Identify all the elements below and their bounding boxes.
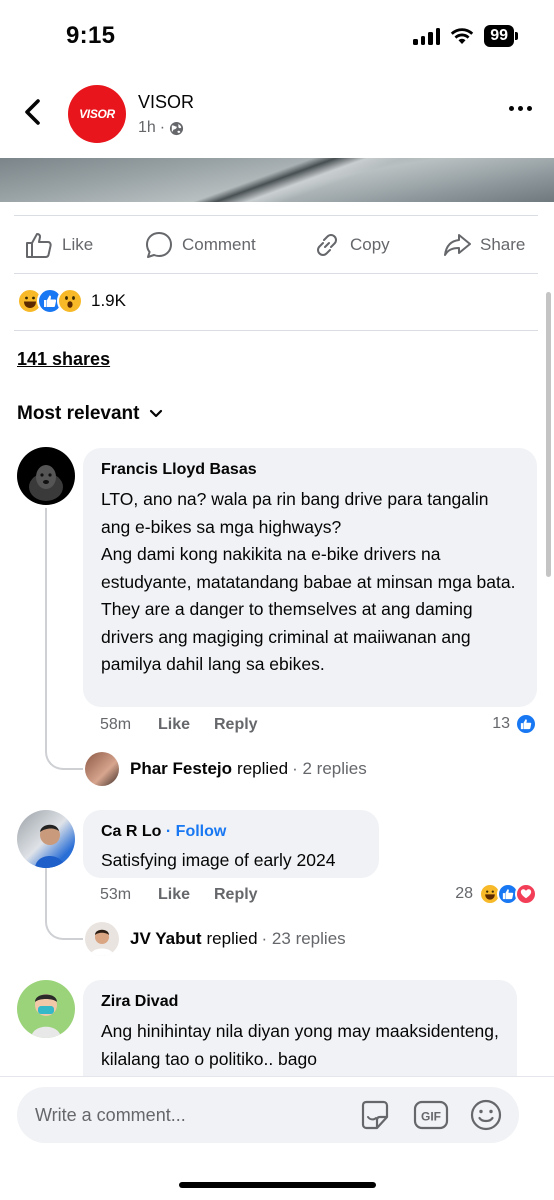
post-action-bar: Like Comment Copy Share xyxy=(0,216,554,274)
page-name[interactable]: VISOR xyxy=(138,92,194,113)
copy-label: Copy xyxy=(350,235,390,254)
globe-icon xyxy=(170,121,184,135)
page-logo-text: VISOR xyxy=(79,107,115,121)
comment-author[interactable]: Francis Lloyd Basas xyxy=(101,460,519,480)
comment-bubble: Francis Lloyd Basas LTO, ano na? wala pa… xyxy=(83,448,537,707)
replier-name: JV Yabut xyxy=(130,929,202,948)
share-label: Share xyxy=(480,235,526,254)
comment-time: 58m xyxy=(100,716,132,733)
comment-reply-button[interactable]: Reply xyxy=(214,716,258,734)
post-time: 1h xyxy=(138,119,156,136)
meta-separator: · xyxy=(159,119,166,136)
comment-text: Ang hinihintay nila diyan yong may maaks… xyxy=(101,1021,499,1069)
like-button[interactable]: Like xyxy=(24,230,93,260)
sticker-icon[interactable] xyxy=(357,1098,393,1132)
wifi-icon xyxy=(451,28,474,44)
like-label: Like xyxy=(62,235,94,254)
replier-name: Phar Festejo xyxy=(130,759,233,778)
home-indicator xyxy=(179,1182,376,1188)
follow-button[interactable]: · Follow xyxy=(166,823,226,840)
commenter-avatar[interactable] xyxy=(17,980,75,1038)
more-options-button[interactable] xyxy=(509,106,532,111)
comment-bubble-icon xyxy=(146,232,172,258)
comment-input[interactable]: Write a comment... GIF xyxy=(17,1087,519,1143)
comment-like-button[interactable]: Like xyxy=(158,716,214,734)
comment-reactions[interactable]: 13 xyxy=(492,713,537,735)
replies-count: · 23 replies xyxy=(261,929,346,948)
composer-icons: GIF xyxy=(357,1098,503,1132)
divider xyxy=(14,330,538,331)
status-bar: 9:15 99 xyxy=(0,0,554,70)
comment-reactions[interactable]: 28 xyxy=(455,883,537,905)
shares-count-link[interactable]: 141 shares xyxy=(17,349,110,370)
comment-bubble: Ca R Lo · Follow Satisfying image of ear… xyxy=(83,810,379,878)
back-button[interactable] xyxy=(20,96,48,128)
gif-icon[interactable]: GIF xyxy=(413,1099,449,1131)
like-reaction-icon xyxy=(515,713,537,735)
comment-author[interactable]: Zira Divad xyxy=(101,992,499,1012)
replies-count: · 2 replies xyxy=(292,759,367,778)
divider xyxy=(14,273,538,274)
reaction-count: 1.9K xyxy=(91,291,126,310)
comment-text: LTO, ano na? wala pa rin bang drive para… xyxy=(101,489,516,674)
thread-line xyxy=(45,868,83,940)
comment-reaction-count: 13 xyxy=(492,715,510,732)
share-button[interactable]: Share xyxy=(442,230,525,260)
comment-placeholder: Write a comment... xyxy=(35,1104,186,1125)
comment-time: 53m xyxy=(100,886,132,903)
thread-line xyxy=(45,508,83,770)
comment-button[interactable]: Comment xyxy=(144,230,256,260)
post-image[interactable] xyxy=(0,158,554,202)
comment-composer-bar: Write a comment... GIF xyxy=(0,1076,554,1200)
comment-reaction-count: 28 xyxy=(455,885,473,902)
commenter-avatar[interactable] xyxy=(17,447,75,505)
thumbs-up-icon xyxy=(26,233,52,258)
chevron-left-icon xyxy=(25,99,40,125)
reactions-summary[interactable]: 1.9K xyxy=(17,288,126,314)
sort-label: Most relevant xyxy=(17,403,140,424)
post-meta: 1h · xyxy=(138,119,184,137)
comment-sort-dropdown[interactable]: Most relevant xyxy=(17,403,163,425)
share-arrow-icon xyxy=(444,234,471,256)
comment-meta: 53m Like Reply xyxy=(100,886,258,904)
cellular-signal-icon xyxy=(413,27,441,45)
battery-indicator: 99 xyxy=(484,25,518,47)
link-icon xyxy=(317,234,337,256)
status-icons: 99 xyxy=(413,25,518,47)
scrollbar[interactable] xyxy=(546,292,551,577)
wow-reaction-icon xyxy=(57,288,83,314)
comment-text: Satisfying image of early 2024 xyxy=(101,850,336,870)
view-replies-link[interactable]: Phar Festejo replied · 2 replies xyxy=(85,752,367,786)
view-replies-link[interactable]: JV Yabut replied · 23 replies xyxy=(85,922,346,956)
svg-text:GIF: GIF xyxy=(421,1110,441,1124)
page-avatar[interactable]: VISOR xyxy=(68,85,126,143)
comment-reply-button[interactable]: Reply xyxy=(214,886,258,904)
replier-avatar xyxy=(85,752,119,786)
comment-like-button[interactable]: Like xyxy=(158,886,214,904)
post-header: VISOR VISOR 1h · xyxy=(0,80,554,150)
replier-avatar xyxy=(85,922,119,956)
emoji-icon[interactable] xyxy=(469,1098,503,1132)
copy-link-button[interactable]: Copy xyxy=(312,230,390,260)
chevron-down-icon xyxy=(150,409,163,418)
status-time: 9:15 xyxy=(66,22,116,49)
comment-meta: 58m Like Reply xyxy=(100,716,258,734)
comment-label: Comment xyxy=(182,235,256,254)
comment-author: Ca R Lo · Follow xyxy=(101,823,227,840)
love-reaction-icon xyxy=(515,883,537,905)
commenter-avatar[interactable] xyxy=(17,810,75,868)
